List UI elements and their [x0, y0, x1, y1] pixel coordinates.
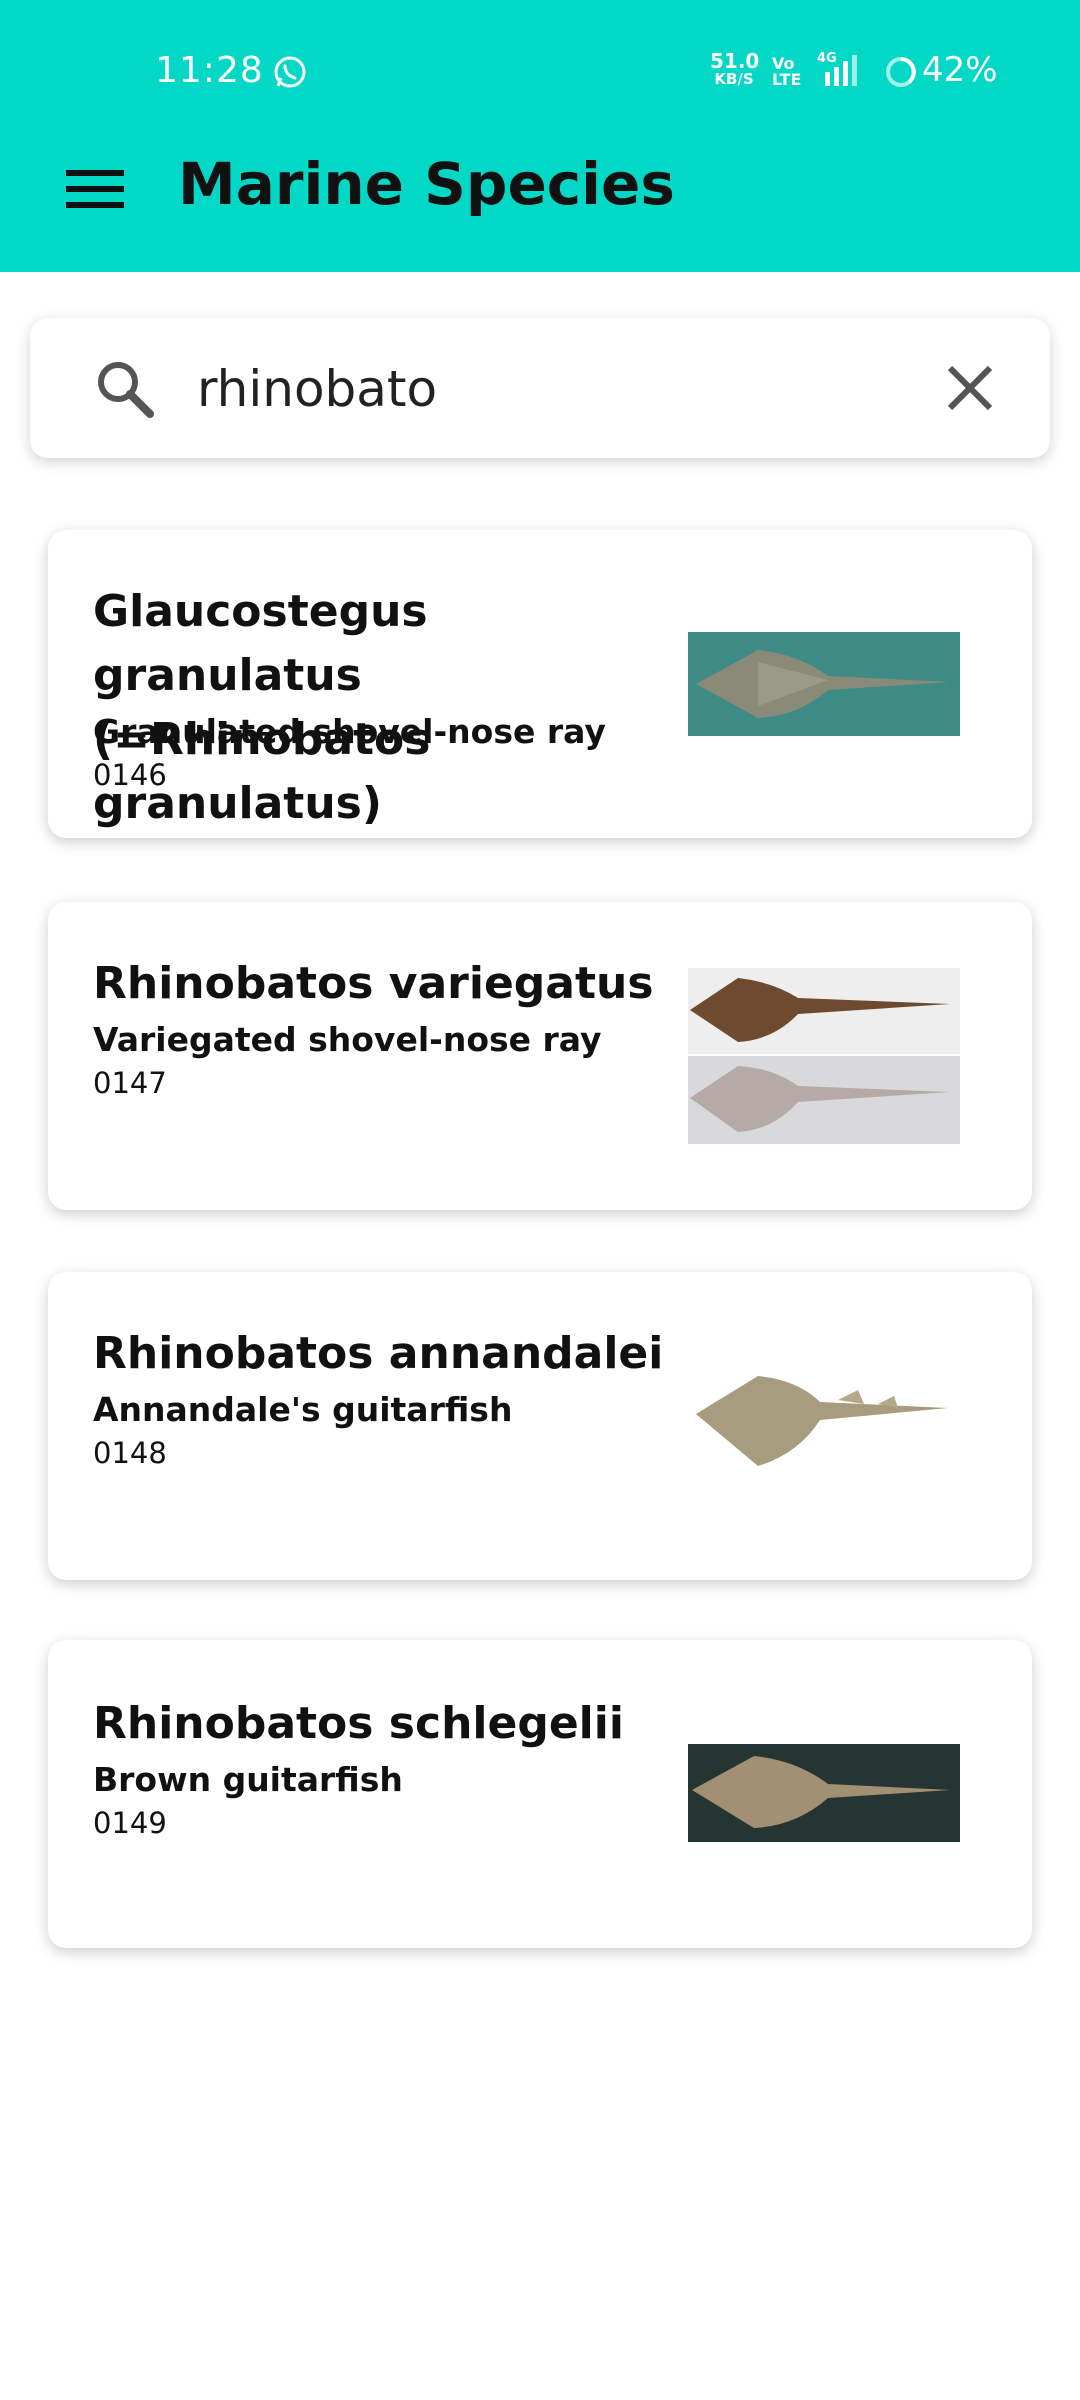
species-code: 0148: [93, 1436, 167, 1470]
species-code: 0146: [93, 758, 167, 792]
common-name: Granulated shovel-nose ray: [93, 712, 606, 751]
network-type: 4G: [817, 51, 837, 66]
battery-icon: [886, 57, 916, 87]
whatsapp-icon: [274, 56, 306, 88]
signal-icon: 4G: [817, 51, 857, 86]
common-name: Annandale's guitarfish: [93, 1390, 513, 1429]
common-name: Variegated shovel-nose ray: [93, 1020, 602, 1059]
search-icon: [98, 362, 154, 418]
hamburger-menu-icon[interactable]: [66, 168, 124, 210]
network-speed-unit: KB/S: [714, 70, 754, 88]
app-bar: 11:28 51.0 KB/S Vo LTE 4G 42% Marine Spe…: [0, 0, 1080, 272]
close-icon[interactable]: [944, 362, 996, 414]
search-bar[interactable]: [30, 318, 1050, 458]
volte-bottom: LTE: [772, 70, 802, 89]
species-image: [688, 1744, 960, 1842]
species-image: [688, 1366, 960, 1476]
search-input[interactable]: [195, 346, 899, 432]
species-card[interactable]: Rhinobatos annandalei Annandale's guitar…: [48, 1272, 1032, 1580]
status-bar: 11:28 51.0 KB/S Vo LTE 4G 42%: [0, 0, 1080, 140]
scientific-name: Rhinobatos annandalei: [93, 1328, 664, 1379]
species-card[interactable]: Glaucostegus granulatus (=Rhinobatos gra…: [48, 530, 1032, 838]
network-speed: 51.0 KB/S: [710, 49, 760, 88]
species-image: [688, 968, 960, 1144]
scientific-name: Rhinobatos variegatus: [93, 958, 654, 1009]
network-speed-value: 51.0: [710, 49, 760, 73]
page-title: Marine Species: [178, 150, 675, 218]
species-code: 0147: [93, 1066, 167, 1100]
species-card[interactable]: Rhinobatos variegatus Variegated shovel-…: [48, 902, 1032, 1210]
species-card[interactable]: Rhinobatos schlegelii Brown guitarfish 0…: [48, 1640, 1032, 1948]
common-name: Brown guitarfish: [93, 1760, 403, 1799]
scientific-name: Glaucostegus granulatus (=Rhinobatos gra…: [93, 586, 431, 829]
battery-level: 42%: [922, 50, 998, 90]
species-image: [688, 632, 960, 736]
volte-indicator: Vo LTE: [772, 56, 801, 88]
scientific-name: Rhinobatos schlegelii: [93, 1698, 624, 1749]
status-time: 11:28: [155, 50, 264, 91]
species-code: 0149: [93, 1806, 167, 1840]
